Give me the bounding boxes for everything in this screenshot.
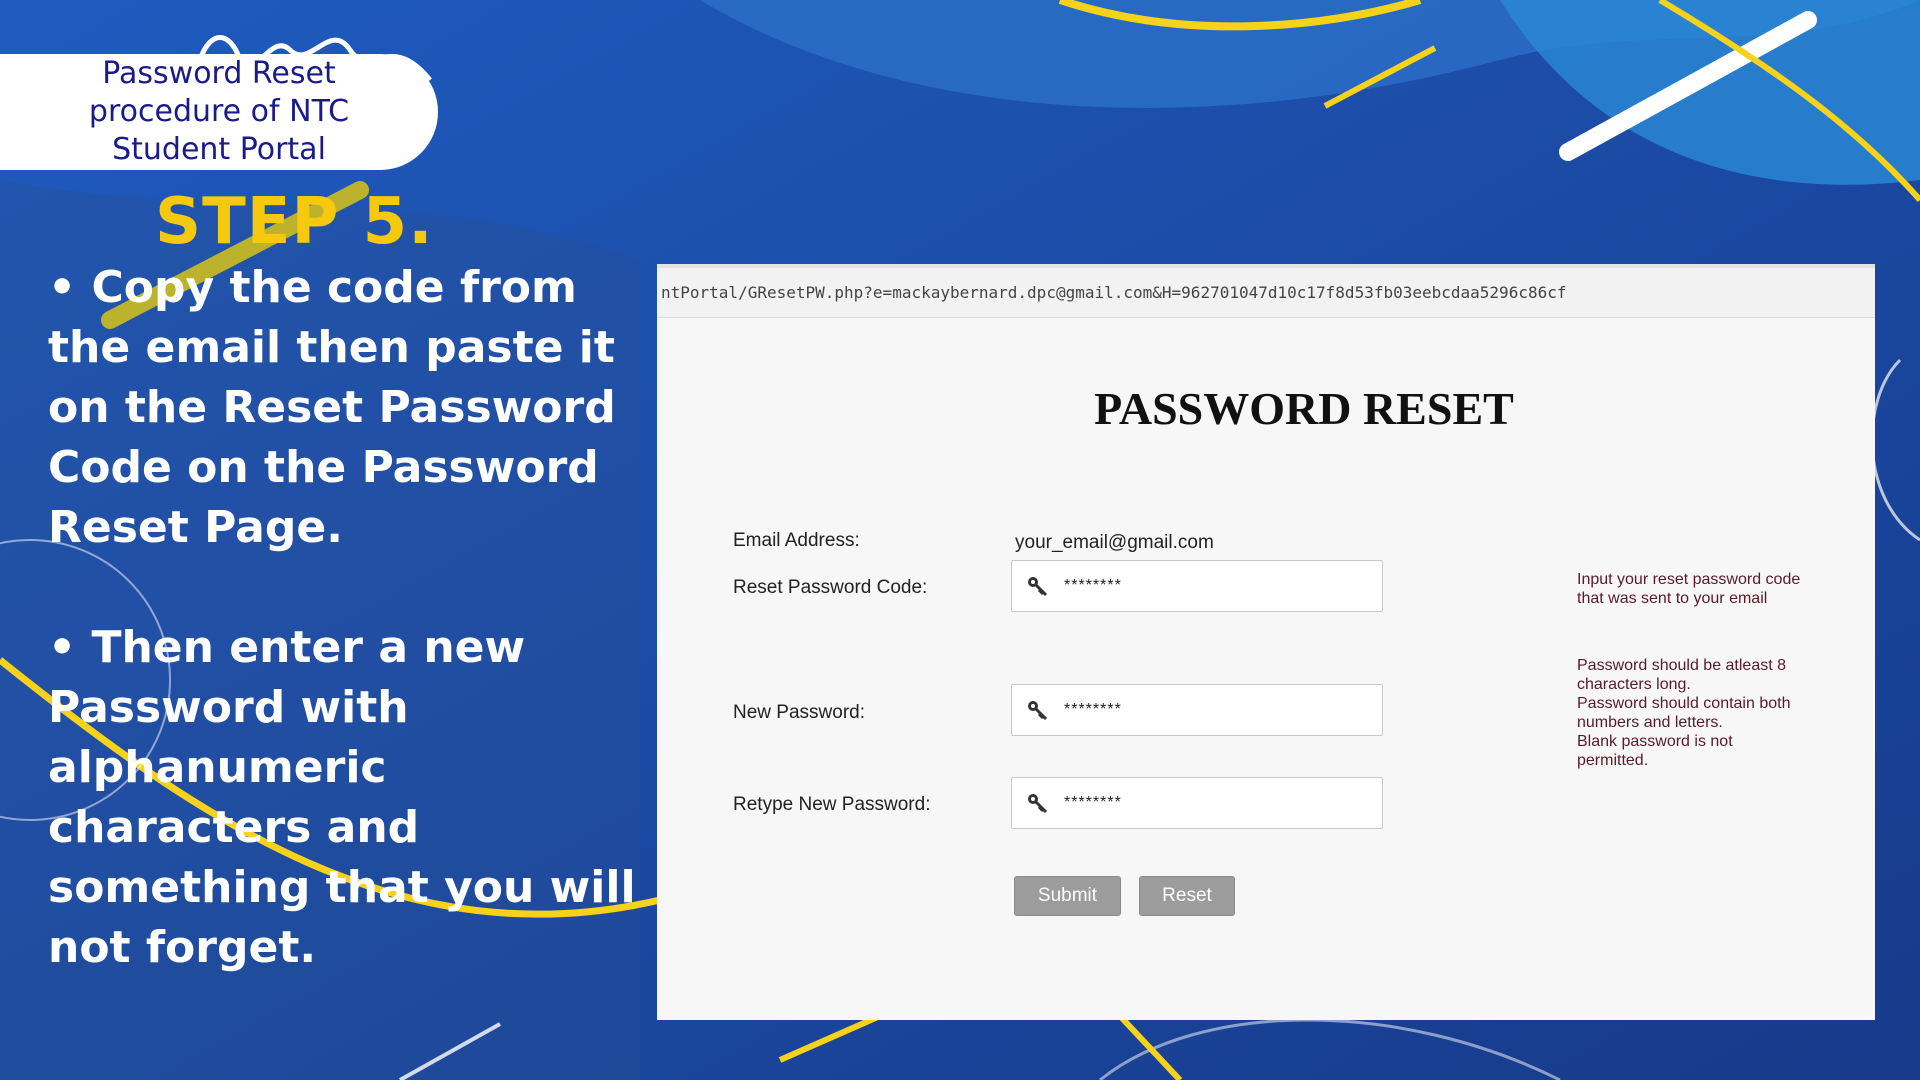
reset-button[interactable]: Reset xyxy=(1139,876,1235,916)
page-title: PASSWORD RESET xyxy=(1094,383,1514,434)
new-password-label: New Password: xyxy=(733,702,865,723)
reset-code-hint: Input your reset password code that was … xyxy=(1577,571,1801,607)
retype-password-label: Retype New Password: xyxy=(733,794,931,815)
reset-code-field[interactable] xyxy=(1011,560,1383,612)
badge-title: Password Reset procedure of NTC Student … xyxy=(88,56,350,167)
retype-password-field[interactable] xyxy=(1011,777,1383,829)
browser-screenshot: ntPortal/GResetPW.php?e=mackaybernard.dp… xyxy=(657,264,1875,1020)
new-password-input[interactable] xyxy=(1062,700,1382,720)
new-password-field[interactable] xyxy=(1011,684,1383,736)
key-icon xyxy=(1012,575,1062,597)
key-icon xyxy=(1012,792,1062,814)
instruction-copy-code: • Copy the code from the email then past… xyxy=(48,262,616,553)
address-bar[interactable]: ntPortal/GResetPW.php?e=mackaybernard.dp… xyxy=(657,268,1875,318)
address-bar-url: ntPortal/GResetPW.php?e=mackaybernard.dp… xyxy=(661,283,1567,302)
email-value: your_email@gmail.com xyxy=(1015,532,1214,553)
title-badge: Password Reset procedure of NTC Student … xyxy=(0,54,438,170)
step-label: STEP 5. xyxy=(155,185,434,259)
reset-code-label: Reset Password Code: xyxy=(733,577,928,598)
submit-button[interactable]: Submit xyxy=(1014,876,1121,916)
instructions: • Copy the code from the email then past… xyxy=(48,258,648,1038)
email-label: Email Address: xyxy=(733,530,860,551)
instruction-new-password: • Then enter a new Password with alphanu… xyxy=(48,622,636,973)
retype-password-input[interactable] xyxy=(1062,793,1382,813)
password-rules-hint: Password should be atleast 8 characters … xyxy=(1577,657,1791,769)
reset-code-input[interactable] xyxy=(1062,576,1382,596)
key-icon xyxy=(1012,699,1062,721)
